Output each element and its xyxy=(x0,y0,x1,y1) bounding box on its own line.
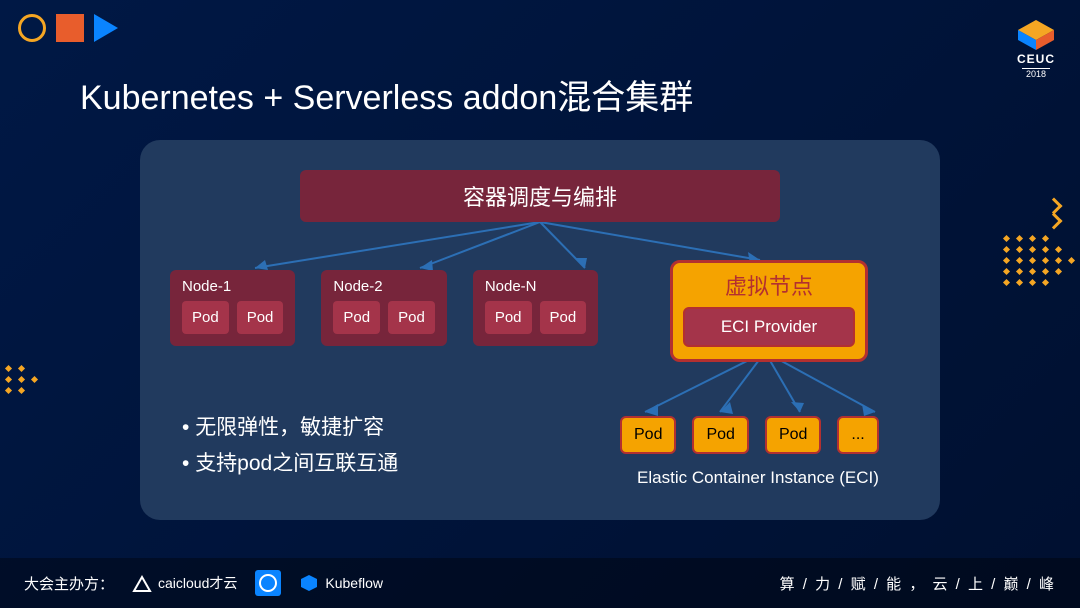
nodes-row: Node-1 Pod Pod Node-2 Pod Pod Node-N Pod… xyxy=(170,270,598,346)
diagram-panel: 容器调度与编排 Node-1 Pod Pod Node-2 Pod Pod No… xyxy=(140,140,940,520)
hex-icon xyxy=(255,570,281,596)
decor-shapes xyxy=(18,14,118,42)
footer-slogan: 算 / 力 / 赋 / 能 ， 云 / 上 / 巅 / 峰 xyxy=(780,573,1056,594)
node-1: Node-1 Pod Pod xyxy=(170,270,295,346)
bullet-list: • 无限弹性，敏捷扩容 • 支持pod之间互联互通 xyxy=(182,410,398,481)
sponsor-middle xyxy=(255,570,281,596)
node-label: Node-2 xyxy=(333,278,434,295)
play-icon xyxy=(94,14,118,42)
decor-dots-left xyxy=(6,360,46,399)
footer-bar: 大会主办方： caicloud才云 Kubeflow 算 / 力 / 赋 / 能… xyxy=(0,558,1080,608)
eci-pod: Pod xyxy=(692,416,748,454)
pod-box: Pod xyxy=(485,301,532,334)
logo-year: 2018 xyxy=(1022,68,1050,79)
node-label: Node-1 xyxy=(182,278,283,295)
pod-box: Pod xyxy=(388,301,435,334)
square-icon xyxy=(56,14,84,42)
cube-icon xyxy=(1016,20,1056,50)
orchestrator-box: 容器调度与编排 xyxy=(300,170,780,222)
wheel-icon xyxy=(259,574,277,592)
node-label: Node-N xyxy=(485,278,586,295)
eci-provider-box: ECI Provider xyxy=(683,307,855,347)
pod-box: Pod xyxy=(333,301,380,334)
pod-box: Pod xyxy=(540,301,587,334)
host-label: 大会主办方： xyxy=(24,573,114,594)
sponsor-caicloud: caicloud才云 xyxy=(132,573,237,593)
decor-chevrons xyxy=(1048,200,1060,227)
sponsor-kubeflow: Kubeflow xyxy=(299,573,383,593)
circle-icon xyxy=(18,14,46,42)
logo-brand: CEUC xyxy=(1016,52,1056,66)
eci-caption: Elastic Container Instance (ECI) xyxy=(608,468,908,488)
pod-box: Pod xyxy=(237,301,284,334)
decor-dots-right xyxy=(1004,230,1074,291)
event-logo: CEUC 2018 xyxy=(1016,20,1056,80)
eci-pod: Pod xyxy=(620,416,676,454)
eci-pod: Pod xyxy=(765,416,821,454)
virtual-node: 虚拟节点 ECI Provider xyxy=(670,260,868,362)
bullet-item: • 支持pod之间互联互通 xyxy=(182,446,398,482)
eci-pods-row: Pod Pod Pod ... xyxy=(620,416,879,454)
pod-box: Pod xyxy=(182,301,229,334)
eci-pod-more: ... xyxy=(837,416,878,454)
node-n: Node-N Pod Pod xyxy=(473,270,598,346)
slide-title: Kubernetes + Serverless addon混合集群 xyxy=(80,70,693,119)
virtual-node-title: 虚拟节点 xyxy=(683,269,855,301)
node-2: Node-2 Pod Pod xyxy=(321,270,446,346)
bullet-item: • 无限弹性，敏捷扩容 xyxy=(182,410,398,446)
